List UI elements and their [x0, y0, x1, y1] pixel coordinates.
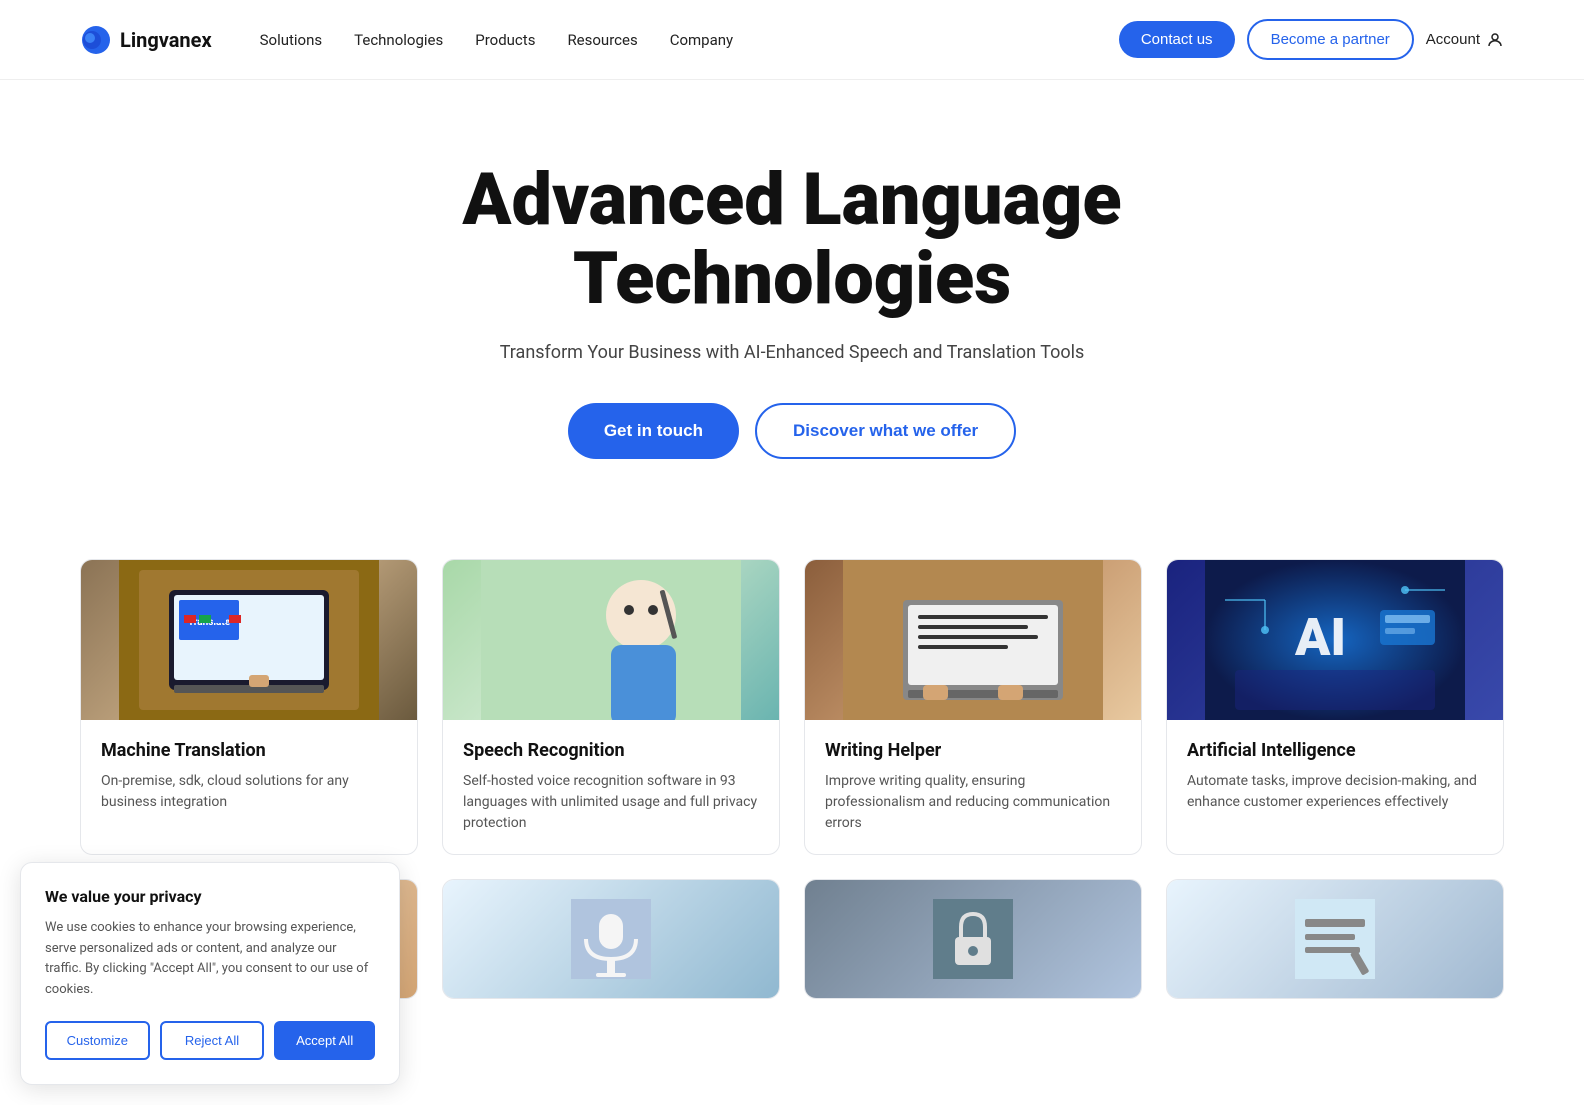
- cookie-title: We value your privacy: [45, 887, 375, 906]
- card-body-speech-recognition: Speech Recognition Self-hosted voice rec…: [443, 720, 779, 854]
- microphone-icon: [571, 899, 651, 979]
- hero-section: Advanced Language Technologies Transform…: [0, 80, 1584, 519]
- get-in-touch-button[interactable]: Get in touch: [568, 403, 739, 459]
- card-title-speech-recognition: Speech Recognition: [463, 740, 759, 761]
- partial-image-4: [1167, 880, 1503, 998]
- card-writing-helper: Writing Helper Improve writing quality, …: [804, 559, 1142, 855]
- account-button[interactable]: Account: [1426, 31, 1504, 49]
- card-partial-2: [442, 879, 780, 999]
- card-partial-3: [804, 879, 1142, 999]
- nav-company[interactable]: Company: [670, 31, 733, 49]
- ai-svg: AI: [1167, 560, 1503, 720]
- card-body-machine-translation: Machine Translation On-premise, sdk, clo…: [81, 720, 417, 833]
- discover-button[interactable]: Discover what we offer: [755, 403, 1016, 459]
- nav-products[interactable]: Products: [475, 31, 535, 49]
- card-desc-speech-recognition: Self-hosted voice recognition software i…: [463, 771, 759, 834]
- card-ai: AI: [1166, 559, 1504, 855]
- cookie-banner: We value your privacy We use cookies to …: [20, 862, 400, 1085]
- cookie-accept-button[interactable]: Accept All: [274, 1021, 375, 1060]
- account-label: Account: [1426, 31, 1480, 48]
- partial-image-2: [443, 880, 779, 998]
- machine-translation-svg: Translate: [81, 560, 417, 720]
- writing-helper-image: [805, 560, 1141, 720]
- navbar-right: Contact us Become a partner Account: [1119, 19, 1504, 60]
- ai-image: AI: [1167, 560, 1503, 720]
- card-image-ai: AI: [1167, 560, 1503, 720]
- card-body-ai: Artificial Intelligence Automate tasks, …: [1167, 720, 1503, 833]
- logo[interactable]: Lingvanex: [80, 24, 212, 56]
- cookie-customize-button[interactable]: Customize: [45, 1021, 150, 1060]
- navbar-left: Lingvanex Solutions Technologies Product…: [80, 24, 733, 56]
- card-body-writing-helper: Writing Helper Improve writing quality, …: [805, 720, 1141, 854]
- cookie-text: We use cookies to enhance your browsing …: [45, 918, 375, 1001]
- svg-text:AI: AI: [1294, 607, 1346, 668]
- machine-translation-image: Translate: [81, 560, 417, 720]
- cards-grid: Translate Machine Translation On-: [80, 559, 1504, 855]
- hero-buttons: Get in touch Discover what we offer: [40, 403, 1544, 459]
- card-image-speech-recognition: [443, 560, 779, 720]
- hero-subtitle: Transform Your Business with AI-Enhanced…: [40, 342, 1544, 363]
- speech-recognition-image: [443, 560, 779, 720]
- card-title-ai: Artificial Intelligence: [1187, 740, 1483, 761]
- nav-links: Solutions Technologies Products Resource…: [260, 31, 734, 49]
- navbar: Lingvanex Solutions Technologies Product…: [0, 0, 1584, 80]
- logo-text: Lingvanex: [120, 28, 212, 52]
- card-speech-recognition: Speech Recognition Self-hosted voice rec…: [442, 559, 780, 855]
- lock-icon: [933, 899, 1013, 979]
- card-title-writing-helper: Writing Helper: [825, 740, 1121, 761]
- cookie-buttons: Customize Reject All Accept All: [45, 1021, 375, 1060]
- card-desc-writing-helper: Improve writing quality, ensuring profes…: [825, 771, 1121, 834]
- hero-title: Advanced Language Technologies: [342, 160, 1242, 318]
- card-partial-4: [1166, 879, 1504, 999]
- card-title-machine-translation: Machine Translation: [101, 740, 397, 761]
- card-desc-machine-translation: On-premise, sdk, cloud solutions for any…: [101, 771, 397, 813]
- card-machine-translation: Translate Machine Translation On-: [80, 559, 418, 855]
- logo-icon: [80, 24, 112, 56]
- hero-title-line2: Technologies: [573, 236, 1011, 321]
- pen-icon: [1295, 899, 1375, 979]
- card-image-writing-helper: [805, 560, 1141, 720]
- account-icon: [1486, 31, 1504, 49]
- card-desc-ai: Automate tasks, improve decision-making,…: [1187, 771, 1483, 813]
- nav-solutions[interactable]: Solutions: [260, 31, 323, 49]
- card-image-machine-translation: Translate: [81, 560, 417, 720]
- writing-helper-svg: [805, 560, 1141, 720]
- partial-image-3: [805, 880, 1141, 998]
- nav-technologies[interactable]: Technologies: [354, 31, 443, 49]
- speech-recognition-svg: [443, 560, 779, 720]
- hero-title-line1: Advanced Language: [462, 157, 1121, 242]
- cookie-reject-button[interactable]: Reject All: [160, 1021, 265, 1060]
- nav-resources[interactable]: Resources: [567, 31, 637, 49]
- become-partner-button[interactable]: Become a partner: [1247, 19, 1414, 60]
- contact-us-button[interactable]: Contact us: [1119, 21, 1235, 58]
